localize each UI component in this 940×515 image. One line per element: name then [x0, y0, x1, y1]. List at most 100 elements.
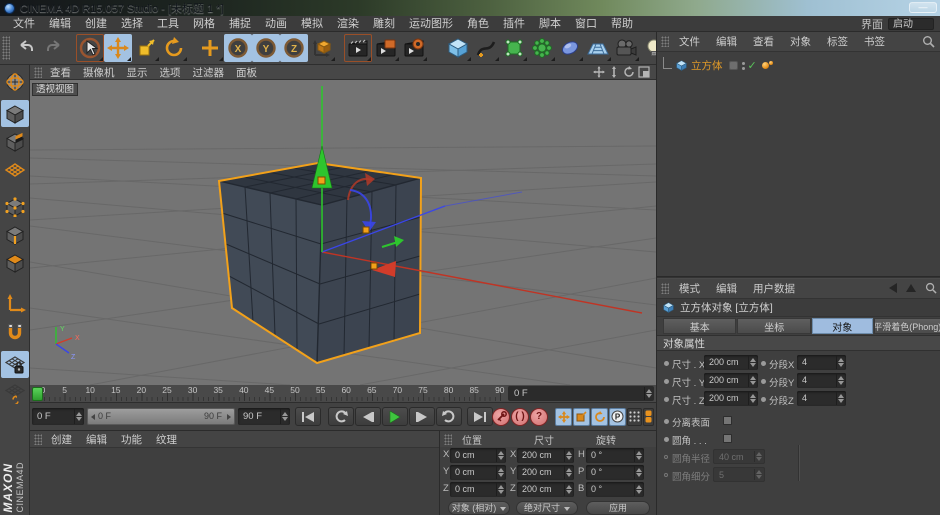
- mat-menu-texture[interactable]: 纹理: [149, 432, 184, 447]
- size-y-field[interactable]: 200 cm: [517, 465, 574, 480]
- om-search-icon[interactable]: [922, 35, 935, 51]
- visibility-dots[interactable]: [742, 62, 745, 70]
- anim-dot[interactable]: [761, 379, 766, 384]
- timeline-position-marker[interactable]: [32, 387, 43, 401]
- am-menu-edit[interactable]: 编辑: [708, 281, 745, 296]
- rotation-b-field[interactable]: 0 °: [586, 482, 644, 497]
- pan-view-icon[interactable]: [593, 66, 605, 78]
- om-menu-view[interactable]: 查看: [745, 34, 782, 49]
- next-frame-button[interactable]: [409, 407, 435, 426]
- toggle-view-icon[interactable]: [638, 66, 650, 78]
- redo-button[interactable]: [40, 34, 68, 62]
- rotation-h-field[interactable]: 0 °: [586, 448, 644, 463]
- live-selection-button[interactable]: [76, 34, 104, 62]
- menu-character[interactable]: 角色: [460, 16, 496, 32]
- menu-window[interactable]: 窗口: [568, 16, 604, 32]
- mat-menu-edit[interactable]: 编辑: [79, 432, 114, 447]
- points-mode-button[interactable]: [1, 193, 29, 220]
- om-menu-tags[interactable]: 标签: [819, 34, 856, 49]
- menu-simulate[interactable]: 模拟: [294, 16, 330, 32]
- undo-button[interactable]: [12, 34, 40, 62]
- parent-object-icon[interactable]: [906, 284, 916, 292]
- vp-menu-panel[interactable]: 面板: [230, 65, 263, 80]
- add-cube-button[interactable]: [444, 34, 472, 62]
- camera-button[interactable]: [612, 34, 640, 62]
- enable-axis-button[interactable]: [1, 289, 29, 316]
- floor-button[interactable]: [584, 34, 612, 62]
- mat-menu-create[interactable]: 创建: [44, 432, 79, 447]
- material-grip[interactable]: [34, 434, 42, 445]
- menu-file[interactable]: 文件: [6, 16, 42, 32]
- key-rotation-button[interactable]: [591, 408, 608, 426]
- size-x-field[interactable]: 200 cm: [517, 448, 574, 463]
- menu-tools[interactable]: 工具: [150, 16, 186, 32]
- history-back-icon[interactable]: [889, 283, 897, 293]
- segments-y-input[interactable]: 4: [797, 373, 846, 388]
- layout-select[interactable]: 启动: [888, 18, 934, 30]
- menu-script[interactable]: 脚本: [532, 16, 568, 32]
- fillet-checkbox[interactable]: [723, 434, 732, 443]
- frame-end-field[interactable]: 90 F: [238, 408, 290, 425]
- tab-basic[interactable]: 基本: [663, 318, 736, 334]
- menu-mesh[interactable]: 网格: [186, 16, 222, 32]
- menu-edit[interactable]: 编辑: [42, 16, 78, 32]
- om-menu-edit[interactable]: 编辑: [708, 34, 745, 49]
- menu-snap[interactable]: 捕捉: [222, 16, 258, 32]
- frame-start-spinner[interactable]: [74, 409, 83, 424]
- menu-select[interactable]: 选择: [114, 16, 150, 32]
- menu-mograph[interactable]: 运动图形: [402, 16, 460, 32]
- render-queue-button[interactable]: [400, 34, 428, 62]
- enabled-check-icon[interactable]: ✓: [748, 61, 757, 71]
- apply-button[interactable]: 应用: [586, 501, 650, 515]
- vp-menu-filter[interactable]: 过滤器: [187, 65, 231, 80]
- goto-end-button[interactable]: [467, 407, 493, 426]
- goto-start-button[interactable]: [295, 407, 321, 426]
- frame-range-scrubber[interactable]: 0 F 90 F: [87, 408, 235, 425]
- make-editable-button[interactable]: [1, 68, 29, 95]
- segments-z-input[interactable]: 4: [797, 391, 846, 406]
- size-y-input[interactable]: 200 cm: [704, 373, 758, 388]
- size-z-field[interactable]: 200 cm: [517, 482, 574, 497]
- lock-x-button[interactable]: X: [224, 34, 252, 62]
- key-position-button[interactable]: [555, 408, 572, 426]
- deformer-button[interactable]: [528, 34, 556, 62]
- anim-dot[interactable]: [664, 419, 669, 424]
- zoom-view-icon[interactable]: [608, 66, 620, 78]
- coordinate-system-button[interactable]: [308, 34, 336, 62]
- vp-menu-display[interactable]: 显示: [121, 65, 154, 80]
- key-parameter-button[interactable]: P: [609, 408, 626, 426]
- menu-sculpt[interactable]: 雕刻: [366, 16, 402, 32]
- object-item-cube[interactable]: 立方体 ✓: [663, 58, 774, 73]
- menu-help[interactable]: 帮助: [604, 16, 640, 32]
- planar-workplane-button[interactable]: [1, 379, 29, 406]
- menu-animate[interactable]: 动画: [258, 16, 294, 32]
- position-z-field[interactable]: 0 cm: [450, 482, 506, 497]
- model-mode-button[interactable]: [1, 100, 29, 127]
- render-view-button[interactable]: [344, 34, 372, 62]
- menu-create[interactable]: 创建: [78, 16, 114, 32]
- coordinates-grip[interactable]: [444, 434, 452, 445]
- key-scale-button[interactable]: [573, 408, 590, 426]
- keyframe-help-button[interactable]: ?: [530, 408, 548, 426]
- spline-pen-button[interactable]: [472, 34, 500, 62]
- size-mode-dropdown[interactable]: 绝对尺寸: [516, 501, 578, 515]
- toolbar-grip[interactable]: [2, 36, 10, 60]
- am-menu-userdata[interactable]: 用户数据: [745, 281, 803, 296]
- viewport-grip[interactable]: [34, 67, 42, 78]
- viewport-canvas[interactable]: Y X Z 透视视图: [30, 80, 656, 385]
- mat-menu-function[interactable]: 功能: [114, 432, 149, 447]
- vp-menu-view[interactable]: 查看: [44, 65, 77, 80]
- anim-dot[interactable]: [761, 397, 766, 402]
- frame-end-spinner[interactable]: [280, 409, 289, 424]
- current-frame-display[interactable]: 0 F: [508, 386, 654, 401]
- size-x-input[interactable]: 200 cm: [704, 355, 758, 370]
- play-button[interactable]: [382, 407, 408, 426]
- position-x-field[interactable]: 0 cm: [450, 448, 506, 463]
- om-grip[interactable]: [661, 36, 669, 47]
- subdivision-surface-button[interactable]: [500, 34, 528, 62]
- layer-chip[interactable]: [729, 61, 738, 70]
- om-menu-bookmarks[interactable]: 书签: [856, 34, 893, 49]
- keyframe-bar-button[interactable]: [643, 408, 654, 426]
- menu-plugins[interactable]: 插件: [496, 16, 532, 32]
- workplane-mode-button[interactable]: [1, 156, 29, 183]
